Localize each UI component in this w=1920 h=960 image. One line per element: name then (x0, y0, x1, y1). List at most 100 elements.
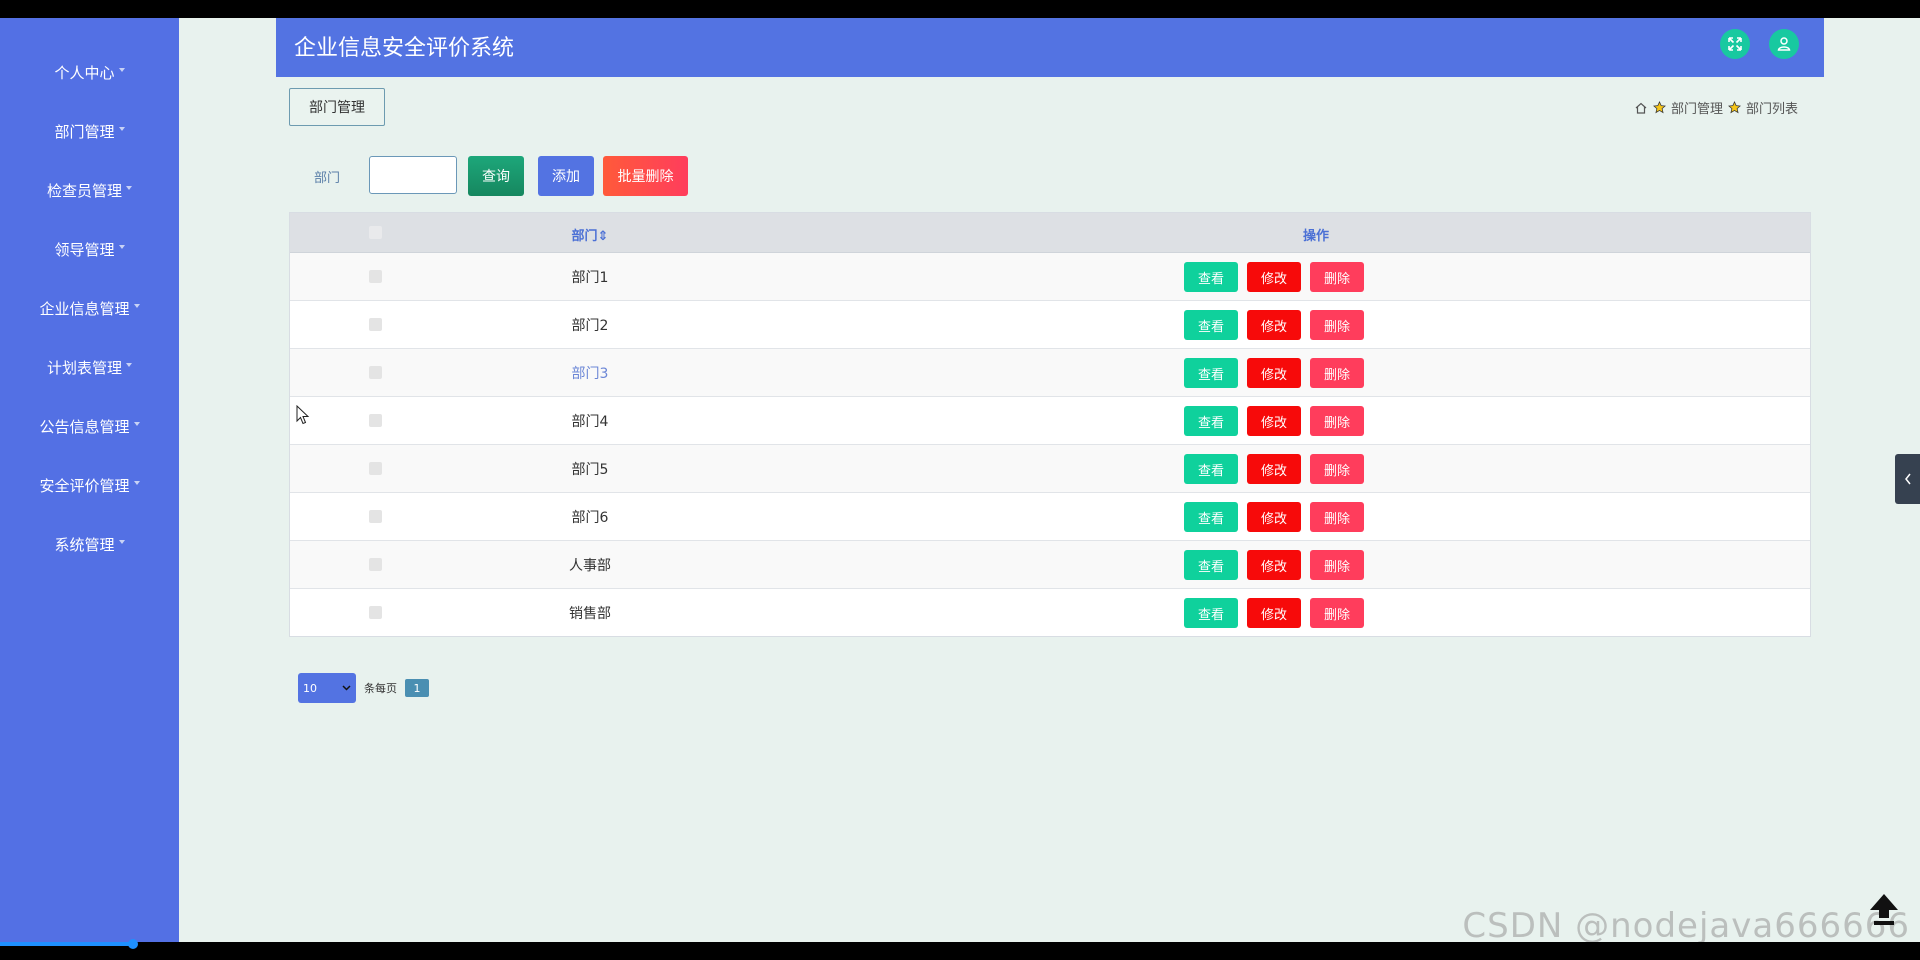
edit-button[interactable]: 修改 (1247, 550, 1301, 580)
sidebar-item-announcement[interactable]: 公告信息管理 (0, 397, 179, 456)
caret-down-icon (118, 244, 125, 249)
caret-down-icon (118, 67, 125, 72)
delete-button[interactable]: 删除 (1310, 262, 1364, 292)
page-tag[interactable]: 部门管理 (289, 88, 385, 126)
table-row: 部门5 查看 修改 删除 (290, 445, 1810, 493)
view-button[interactable]: 查看 (1184, 598, 1238, 628)
table-body: 部门1 查看 修改 删除 部门2 查看 修改 删除 部门3 查看 修改 删除 部门4 查看 修改 删除 部门5 查… (290, 253, 1810, 636)
pagination: 10 条每页 1 (298, 673, 429, 703)
caret-down-icon (126, 362, 132, 367)
column-header-label: 部门 (571, 229, 598, 244)
edit-button[interactable]: 修改 (1247, 502, 1301, 532)
column-header-department[interactable]: 部门⇕ (530, 225, 650, 244)
sidebar-item-label: 企业信息管理 (39, 300, 130, 318)
caret-down-icon (133, 480, 140, 485)
department-cell: 销售部 (569, 606, 611, 622)
sidebar-item-enterprise-info[interactable]: 企业信息管理 (0, 279, 179, 338)
select-all-checkbox[interactable] (369, 226, 382, 239)
department-cell: 部门1 (571, 270, 609, 286)
delete-button[interactable]: 删除 (1310, 406, 1364, 436)
top-header: 企业信息安全评价系统 (276, 18, 1824, 77)
department-cell: 部门2 (571, 318, 609, 334)
view-button[interactable]: 查看 (1184, 454, 1238, 484)
star-icon (1728, 101, 1741, 114)
sidebar-item-plan[interactable]: 计划表管理 (0, 338, 179, 397)
batch-delete-button[interactable]: 批量删除 (603, 156, 688, 196)
sidebar-item-inspector[interactable]: 检查员管理 (0, 161, 179, 220)
sidebar-item-system[interactable]: 系统管理 (0, 515, 179, 574)
column-header-actions: 操作 (1302, 229, 1329, 244)
chevron-left-icon (1904, 473, 1911, 485)
delete-button[interactable]: 删除 (1310, 358, 1364, 388)
edit-button[interactable]: 修改 (1247, 454, 1301, 484)
page-number-button[interactable]: 1 (405, 679, 429, 697)
department-cell: 部门5 (571, 462, 609, 478)
department-table: 部门⇕ 操作 部门1 查看 修改 删除 部门2 查看 修改 删除 部门3 查看 修改 删除 部门4 查看修… (289, 212, 1811, 637)
view-button[interactable]: 查看 (1184, 358, 1238, 388)
sidebar-item-label: 公告信息管理 (39, 418, 130, 436)
sidebar-item-label: 检查员管理 (46, 182, 122, 200)
add-button[interactable]: 添加 (538, 156, 594, 196)
breadcrumb: 部门管理 部门列表 (1634, 98, 1798, 117)
sort-icon[interactable]: ⇕ (598, 229, 609, 244)
delete-button[interactable]: 删除 (1310, 310, 1364, 340)
fullscreen-button[interactable] (1720, 29, 1750, 59)
sidebar-item-leader[interactable]: 领导管理 (0, 220, 179, 279)
page-tag-label: 部门管理 (309, 100, 365, 116)
sidebar-item-department[interactable]: 部门管理 (0, 102, 179, 161)
home-icon[interactable] (1634, 101, 1648, 115)
sidebar-item-label: 个人中心 (54, 64, 115, 82)
department-cell: 部门4 (571, 414, 609, 430)
view-button[interactable]: 查看 (1184, 310, 1238, 340)
delete-button[interactable]: 删除 (1310, 454, 1364, 484)
sidebar-item-label: 计划表管理 (46, 359, 122, 377)
view-button[interactable]: 查看 (1184, 550, 1238, 580)
row-checkbox[interactable] (369, 462, 382, 475)
delete-button[interactable]: 删除 (1310, 550, 1364, 580)
progress-handle[interactable] (128, 939, 138, 949)
row-checkbox[interactable] (369, 558, 382, 571)
row-checkbox[interactable] (369, 270, 382, 283)
caret-down-icon (118, 126, 125, 131)
table-row: 部门3 查看 修改 删除 (290, 349, 1810, 397)
progress-fill (0, 942, 134, 946)
edit-button[interactable]: 修改 (1247, 262, 1301, 292)
mouse-cursor-icon (296, 405, 310, 425)
edit-button[interactable]: 修改 (1247, 598, 1301, 628)
row-checkbox[interactable] (369, 414, 382, 427)
table-row: 部门2 查看 修改 删除 (290, 301, 1810, 349)
back-to-top-icon[interactable] (1868, 892, 1900, 928)
row-checkbox[interactable] (369, 606, 382, 619)
caret-down-icon (133, 421, 140, 426)
table-row: 销售部 查看 修改 删除 (290, 589, 1810, 636)
user-button[interactable] (1769, 29, 1799, 59)
video-progress-bar[interactable] (0, 939, 1920, 960)
edit-button[interactable]: 修改 (1247, 358, 1301, 388)
star-icon (1653, 101, 1666, 114)
page-size-select[interactable]: 10 (298, 673, 356, 703)
department-cell: 部门6 (571, 510, 609, 526)
view-button[interactable]: 查看 (1184, 406, 1238, 436)
sidebar: 个人中心 部门管理 检查员管理 领导管理 企业信息管理 计划表管理 公告信息管理… (0, 18, 179, 942)
page-size-value: 10 (303, 681, 317, 695)
department-search-input[interactable] (369, 156, 457, 194)
row-checkbox[interactable] (369, 318, 382, 331)
sidebar-item-safety-evaluation[interactable]: 安全评价管理 (0, 456, 179, 515)
breadcrumb-item-list: 部门列表 (1745, 102, 1798, 117)
edit-button[interactable]: 修改 (1247, 406, 1301, 436)
sidebar-item-personal-center[interactable]: 个人中心 (0, 43, 179, 102)
table-header: 部门⇕ 操作 (290, 213, 1810, 253)
delete-button[interactable]: 删除 (1310, 598, 1364, 628)
chevron-down-icon (342, 685, 351, 691)
row-checkbox[interactable] (369, 510, 382, 523)
view-button[interactable]: 查看 (1184, 262, 1238, 292)
table-row: 部门1 查看 修改 删除 (290, 253, 1810, 301)
breadcrumb-item-department[interactable]: 部门管理 (1671, 98, 1723, 117)
edit-button[interactable]: 修改 (1247, 310, 1301, 340)
row-checkbox[interactable] (369, 366, 382, 379)
delete-button[interactable]: 删除 (1310, 502, 1364, 532)
side-panel-toggle[interactable] (1895, 454, 1920, 504)
query-button[interactable]: 查询 (468, 156, 524, 196)
sidebar-item-label: 部门管理 (54, 123, 115, 141)
view-button[interactable]: 查看 (1184, 502, 1238, 532)
